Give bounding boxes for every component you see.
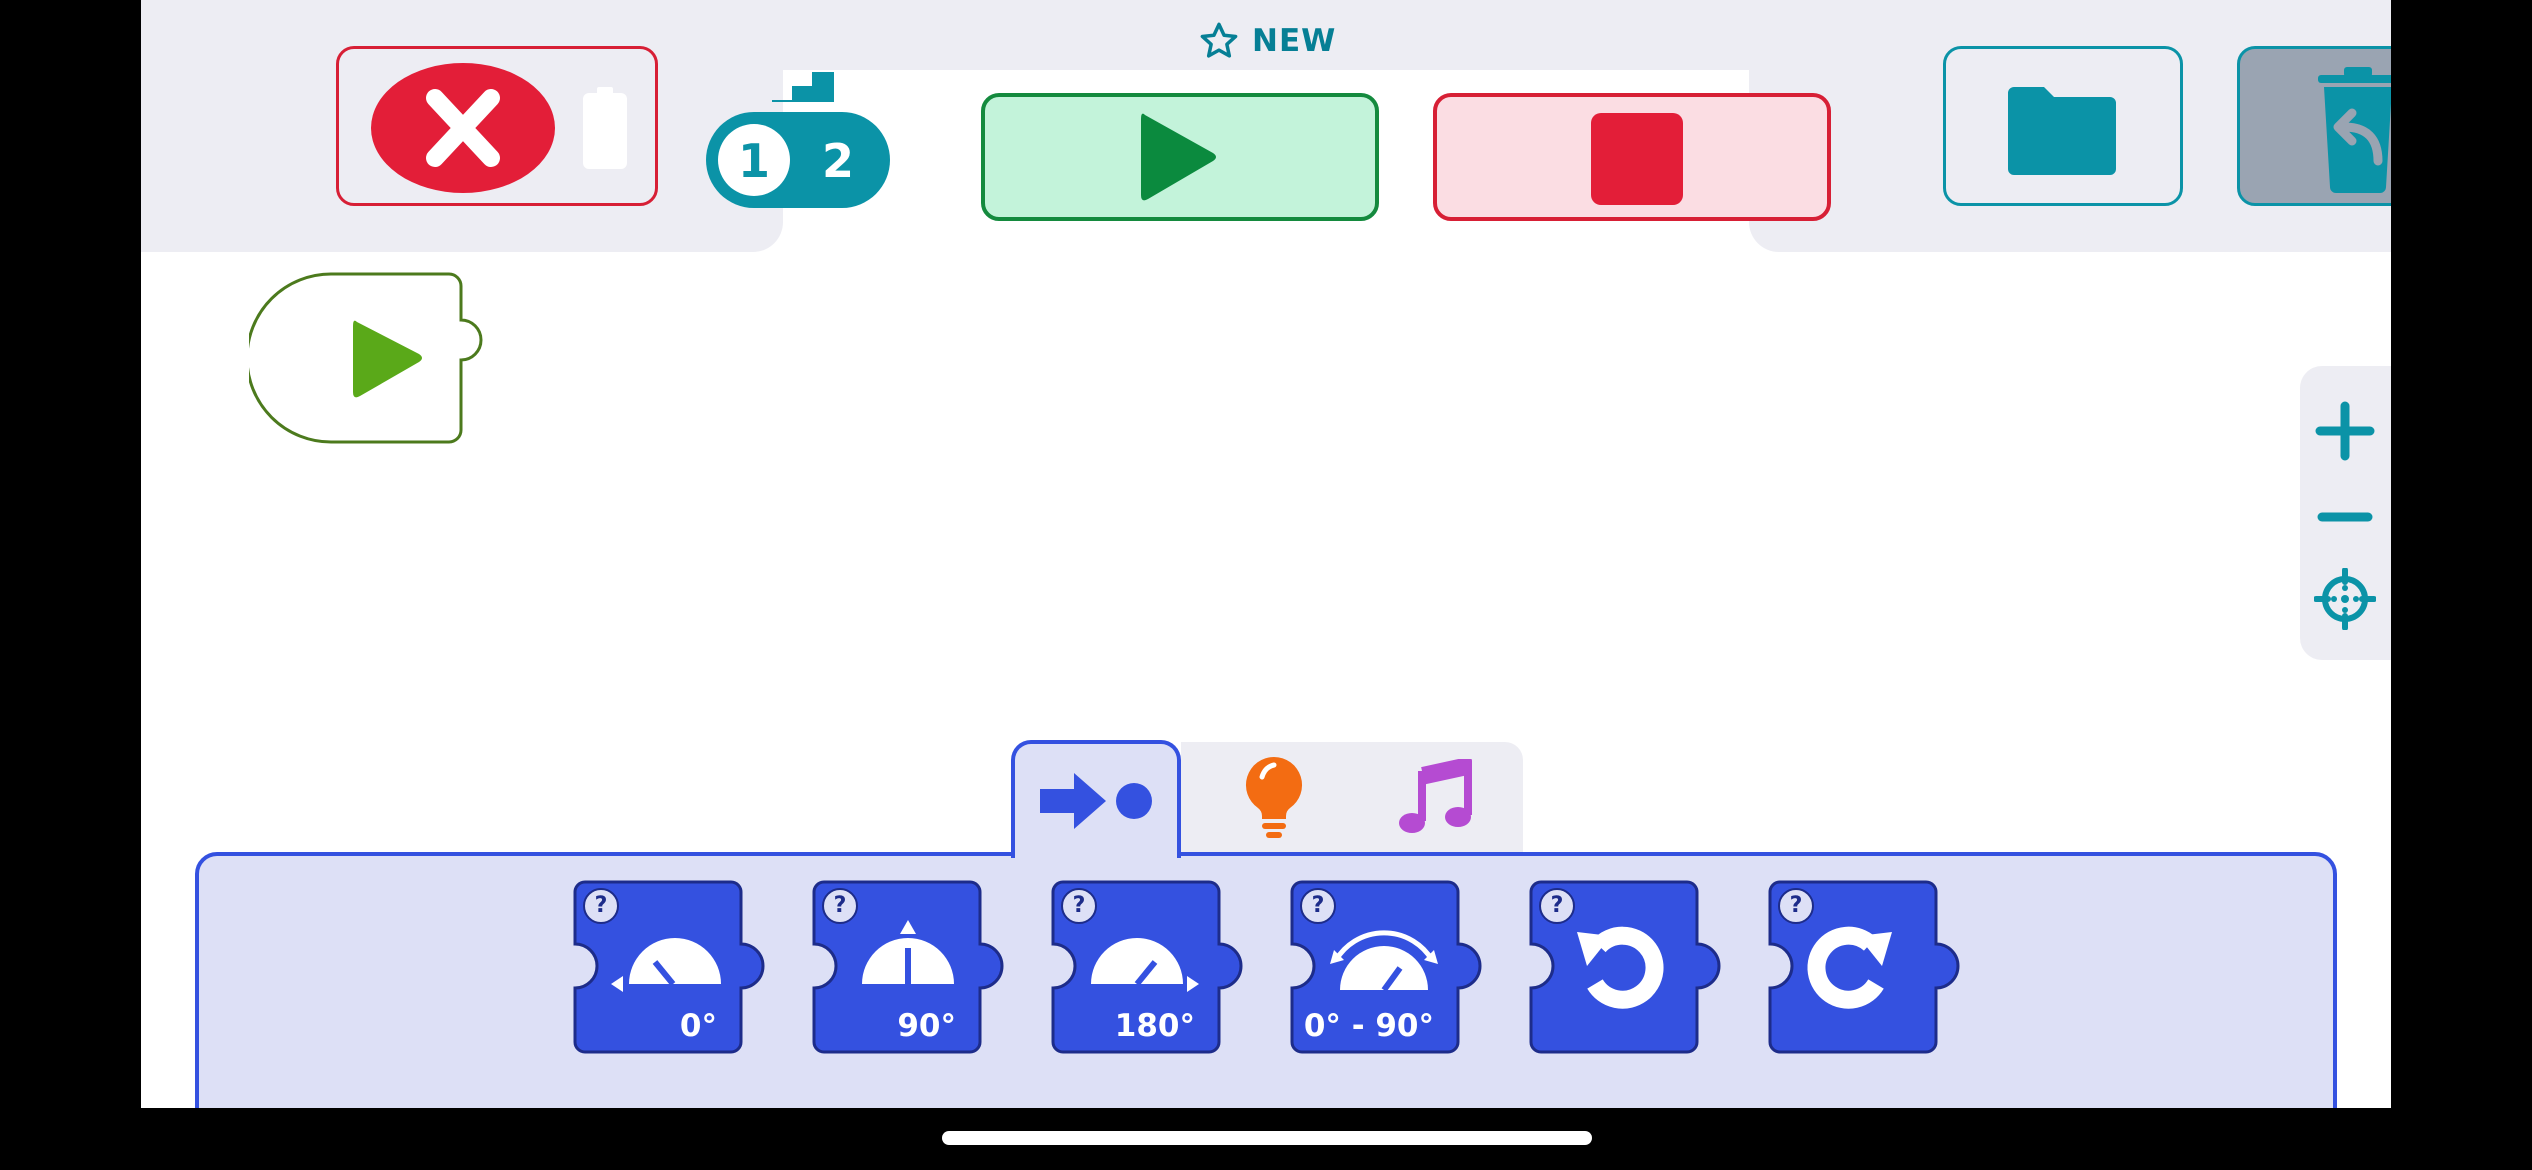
zoom-in-icon[interactable] — [2314, 400, 2376, 462]
help-badge[interactable]: ? — [822, 888, 858, 924]
restore-trash-button[interactable] — [2237, 46, 2391, 206]
servo-range-block[interactable]: ? 0° - 90° — [1290, 880, 1482, 1054]
servo-180-degrees-block[interactable]: ? 180° — [1051, 880, 1243, 1054]
help-badge[interactable]: ? — [1778, 888, 1814, 924]
palette-tabs — [1011, 740, 1523, 858]
tab-sound[interactable] — [1351, 740, 1521, 854]
battery-icon — [583, 87, 627, 169]
zoom-controls — [2300, 366, 2391, 660]
help-badge[interactable]: ? — [1300, 888, 1336, 924]
star-icon — [1200, 22, 1238, 58]
play-icon — [1141, 113, 1216, 201]
tab-light[interactable] — [1189, 740, 1359, 854]
servo-0-degrees-block[interactable]: ? 0° — [573, 880, 765, 1054]
recenter-icon[interactable] — [2314, 568, 2376, 630]
folder-icon — [2008, 87, 2116, 175]
disconnect-button[interactable] — [336, 46, 658, 206]
open-project-button[interactable] — [1943, 46, 2183, 206]
servo-90-degrees-block[interactable]: ? 90° — [812, 880, 1004, 1054]
music-note-icon — [1399, 759, 1472, 833]
tab-motion[interactable] — [1011, 740, 1181, 858]
rotate-clockwise-block[interactable]: ? — [1768, 880, 1960, 1054]
block-label: 90° — [897, 1008, 956, 1044]
app-window: NEW 1 2 ? 0° ? 90° ? 180° ? 0° - 90° ? ? — [141, 0, 2391, 1108]
stop-icon — [1591, 113, 1683, 205]
help-badge[interactable]: ? — [583, 888, 619, 924]
trash-restore-icon — [2318, 67, 2391, 193]
block-label: 0° — [679, 1008, 717, 1044]
level-selector-button[interactable]: 1 2 — [706, 42, 890, 212]
home-indicator[interactable] — [942, 1131, 1592, 1145]
help-badge[interactable]: ? — [1539, 888, 1575, 924]
project-title-text: NEW — [1252, 23, 1337, 59]
level-one: 1 — [737, 134, 770, 188]
stairs-icon — [772, 72, 834, 102]
stop-button[interactable] — [1433, 93, 1831, 221]
block-label: 180° — [1114, 1008, 1195, 1044]
arrow-dot-icon — [1040, 773, 1152, 829]
start-on-green-flag-block[interactable] — [245, 272, 484, 444]
run-button[interactable] — [981, 93, 1379, 221]
block-palette — [195, 852, 2337, 1108]
zoom-out-icon[interactable] — [2314, 486, 2376, 548]
rotate-counterclockwise-block[interactable]: ? — [1529, 880, 1721, 1054]
project-title[interactable]: NEW — [1198, 16, 1336, 66]
block-label: 0° - 90° — [1303, 1008, 1434, 1044]
lightbulb-icon — [1245, 757, 1303, 838]
close-icon — [371, 63, 555, 193]
level-two: 2 — [821, 134, 854, 188]
help-badge[interactable]: ? — [1061, 888, 1097, 924]
